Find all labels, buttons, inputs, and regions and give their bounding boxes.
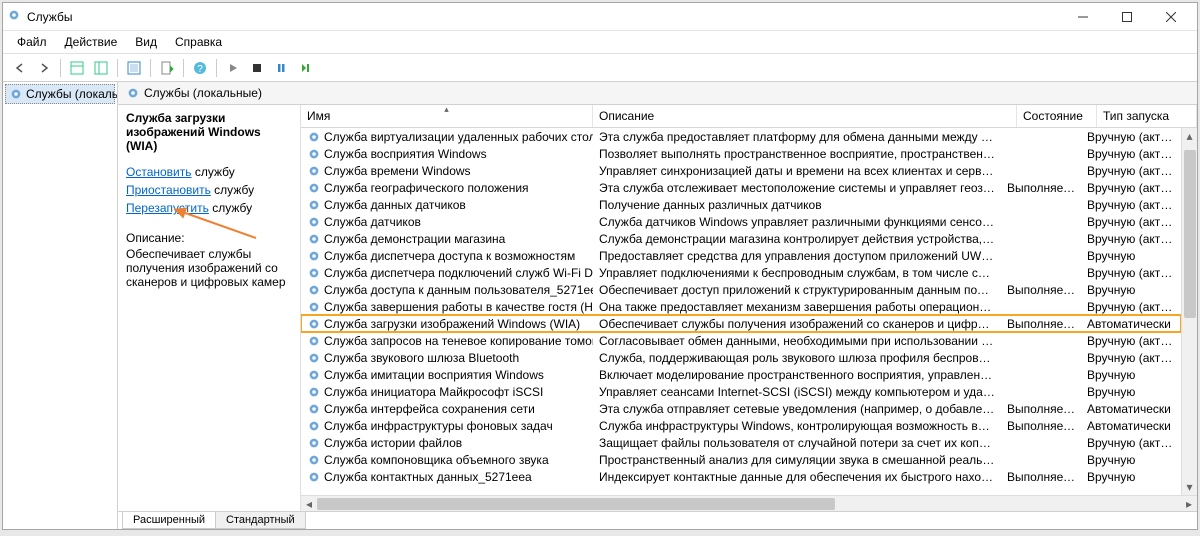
view-icon2-button[interactable]	[90, 57, 112, 79]
title-bar: Службы	[3, 3, 1197, 31]
scroll-up-icon[interactable]: ▴	[1182, 128, 1197, 144]
menu-view[interactable]: Вид	[129, 33, 163, 51]
view-icon1-button[interactable]	[66, 57, 88, 79]
scroll-right-icon[interactable]: ▸	[1181, 496, 1197, 511]
service-row[interactable]: Служба времени WindowsУправляет синхрони…	[301, 162, 1181, 179]
svg-text:?: ?	[197, 64, 203, 75]
service-row[interactable]: Служба географического положенияЭта служ…	[301, 179, 1181, 196]
stop-service-button[interactable]	[246, 57, 268, 79]
tree-root-services[interactable]: Службы (локаль	[5, 84, 115, 104]
menu-help[interactable]: Справка	[169, 33, 228, 51]
service-row[interactable]: Служба диспетчера подключений служб Wi-F…	[301, 264, 1181, 281]
window-title: Службы	[27, 10, 72, 24]
tab-standard[interactable]: Стандартный	[215, 512, 306, 529]
service-row[interactable]: Служба имитации восприятия WindowsВключа…	[301, 366, 1181, 383]
start-service-button[interactable]	[222, 57, 244, 79]
service-row[interactable]: Служба инициатора Майкрософт iSCSIУправл…	[301, 383, 1181, 400]
gear-icon	[307, 385, 321, 399]
app-icon	[7, 8, 21, 25]
description-label: Описание:	[126, 231, 290, 245]
gear-icon	[307, 232, 321, 246]
gear-icon	[307, 300, 321, 314]
pause-service-button[interactable]	[270, 57, 292, 79]
list-pane: Имя▴ Описание Состояние Тип запуска Служ…	[300, 105, 1197, 511]
gear-icon	[307, 368, 321, 382]
gear-icon	[307, 249, 321, 263]
service-row[interactable]: Служба диспетчера доступа к возможностям…	[301, 247, 1181, 264]
gear-icon	[307, 402, 321, 416]
service-row[interactable]: Служба доступа к данным пользователя_527…	[301, 281, 1181, 298]
description-text: Обеспечивает службы получения изображени…	[126, 247, 290, 289]
selected-service-title: Служба загрузки изображений Windows (WIA…	[126, 111, 290, 153]
rows-container: Служба виртуализации удаленных рабочих с…	[301, 128, 1181, 495]
col-header-desc[interactable]: Описание	[593, 105, 1017, 127]
tree-pane: Службы (локаль	[3, 82, 118, 529]
maximize-button[interactable]	[1105, 3, 1149, 31]
toolbar: ?	[3, 54, 1197, 82]
restart-link[interactable]: Перезапустить	[126, 201, 209, 215]
right-header-title: Службы (локальные)	[144, 86, 262, 100]
scroll-left-icon[interactable]: ◂	[301, 496, 317, 511]
gear-icon	[307, 334, 321, 348]
service-row[interactable]: Служба интерфейса сохранения сетиЭта слу…	[301, 400, 1181, 417]
menu-file[interactable]: Файл	[11, 33, 53, 51]
gear-icon	[126, 86, 140, 100]
service-row[interactable]: Служба демонстрации магазинаСлужба демон…	[301, 230, 1181, 247]
gear-icon	[307, 436, 321, 450]
service-row[interactable]: Служба загрузки изображений Windows (WIA…	[301, 315, 1181, 332]
restart-service-button[interactable]	[294, 57, 316, 79]
col-header-start[interactable]: Тип запуска	[1097, 105, 1197, 127]
right-header: Службы (локальные)	[118, 82, 1197, 105]
minimize-button[interactable]	[1061, 3, 1105, 31]
help-button[interactable]: ?	[189, 57, 211, 79]
service-row[interactable]: Служба запросов на теневое копирование т…	[301, 332, 1181, 349]
service-row[interactable]: Служба восприятия WindowsПозволяет выпол…	[301, 145, 1181, 162]
gear-icon	[307, 164, 321, 178]
service-row[interactable]: Служба инфраструктуры фоновых задачСлужб…	[301, 417, 1181, 434]
gear-icon	[307, 351, 321, 365]
scroll-down-icon[interactable]: ▾	[1182, 479, 1197, 495]
gear-icon	[9, 87, 23, 101]
horizontal-scrollbar[interactable]: ◂ ▸	[301, 495, 1197, 511]
service-row[interactable]: Служба виртуализации удаленных рабочих с…	[301, 128, 1181, 145]
gear-icon	[307, 419, 321, 433]
menu-bar: Файл Действие Вид Справка	[3, 31, 1197, 54]
gear-icon	[307, 470, 321, 484]
col-header-name[interactable]: Имя▴	[301, 105, 593, 127]
nav-back-button[interactable]	[9, 57, 31, 79]
tab-extended[interactable]: Расширенный	[122, 512, 216, 529]
col-header-state[interactable]: Состояние	[1017, 105, 1097, 127]
refresh-button[interactable]	[123, 57, 145, 79]
gear-icon	[307, 147, 321, 161]
service-row[interactable]: Служба завершения работы в качестве гост…	[301, 298, 1181, 315]
gear-icon	[307, 317, 321, 331]
detail-pane: Служба загрузки изображений Windows (WIA…	[118, 105, 300, 511]
bottom-tabs: Расширенный Стандартный	[118, 511, 1197, 529]
gear-icon	[307, 453, 321, 467]
service-row[interactable]: Служба контактных данных_5271eeaИндексир…	[301, 468, 1181, 485]
gear-icon	[307, 198, 321, 212]
service-row[interactable]: Служба истории файловЗащищает файлы поль…	[301, 434, 1181, 451]
sort-asc-icon: ▴	[444, 105, 449, 115]
nav-forward-button[interactable]	[33, 57, 55, 79]
export-button[interactable]	[156, 57, 178, 79]
menu-action[interactable]: Действие	[59, 33, 124, 51]
vertical-scrollbar[interactable]: ▴ ▾	[1181, 128, 1197, 495]
service-row[interactable]: Служба датчиковСлужба датчиков Windows у…	[301, 213, 1181, 230]
gear-icon	[307, 215, 321, 229]
gear-icon	[307, 181, 321, 195]
stop-link[interactable]: Остановить	[126, 165, 192, 179]
service-row[interactable]: Служба компоновщика объемного звукаПрост…	[301, 451, 1181, 468]
service-row[interactable]: Служба данных датчиковПолучение данных р…	[301, 196, 1181, 213]
gear-icon	[307, 283, 321, 297]
service-row[interactable]: Служба звукового шлюза BluetoothСлужба, …	[301, 349, 1181, 366]
gear-icon	[307, 266, 321, 280]
close-button[interactable]	[1149, 3, 1193, 31]
pause-link[interactable]: Приостановить	[126, 183, 211, 197]
gear-icon	[307, 130, 321, 144]
